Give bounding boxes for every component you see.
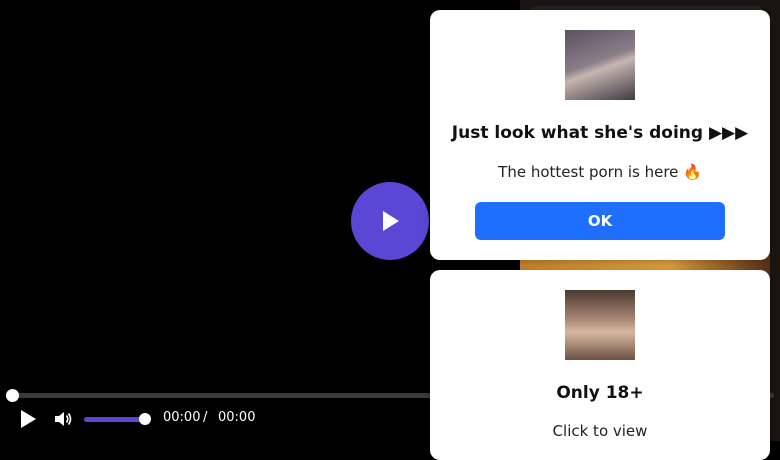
ok-button[interactable]: OK bbox=[475, 202, 725, 240]
progress-handle[interactable] bbox=[6, 389, 19, 402]
duration: 00:00 bbox=[218, 410, 256, 425]
popup-title: Just look what she's doing ▶▶▶ bbox=[451, 123, 749, 143]
play-icon bbox=[383, 211, 399, 231]
volume-icon[interactable] bbox=[53, 410, 73, 428]
popup-card-1[interactable]: Just look what she's doing ▶▶▶ The hotte… bbox=[430, 10, 770, 260]
volume-handle[interactable] bbox=[139, 413, 151, 425]
time-separator: / bbox=[203, 410, 208, 425]
popup-subtitle[interactable]: Click to view bbox=[430, 422, 770, 440]
popup-subtitle: The hottest porn is here 🔥 bbox=[498, 163, 702, 181]
current-time: 00:00 bbox=[163, 410, 201, 425]
thumbnail-image[interactable] bbox=[565, 290, 635, 360]
big-play-button[interactable] bbox=[351, 182, 429, 260]
thumbnail-image[interactable] bbox=[565, 30, 635, 100]
popup-card-2[interactable]: Only 18+ Click to view bbox=[430, 270, 770, 460]
popup-title: Only 18+ bbox=[556, 383, 644, 403]
volume-slider[interactable] bbox=[84, 417, 146, 422]
play-control-icon[interactable] bbox=[18, 409, 38, 429]
